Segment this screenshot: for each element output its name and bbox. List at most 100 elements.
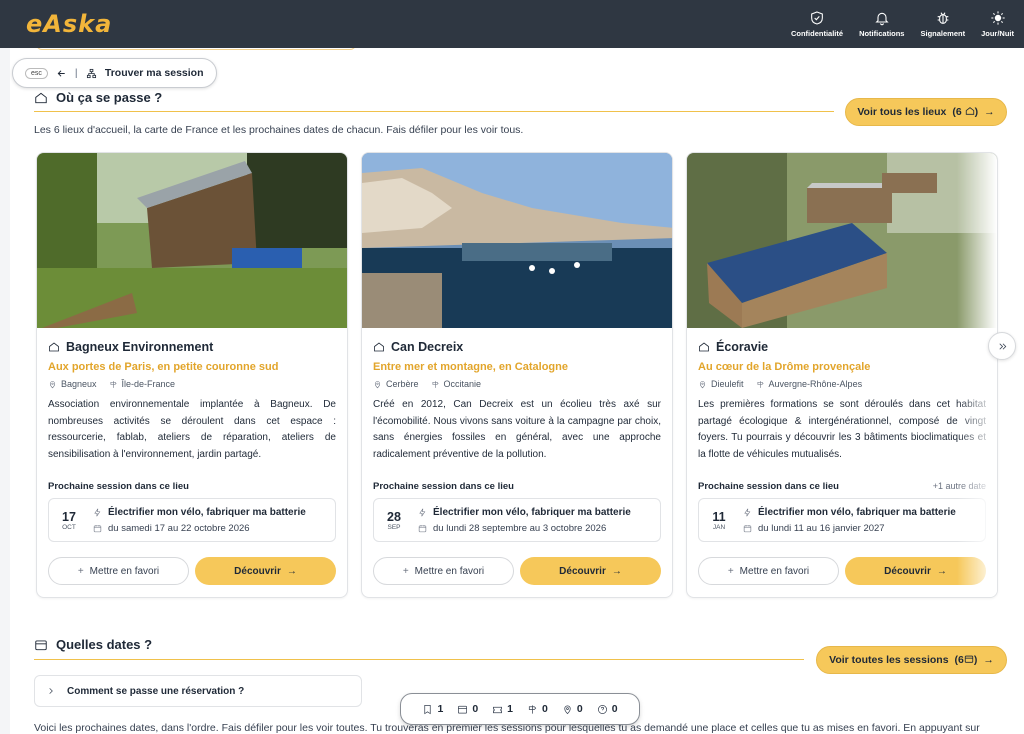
- places-heading: Où ça se passe ?: [34, 90, 162, 105]
- plus-icon: +: [77, 565, 84, 577]
- lightning-icon: [94, 508, 101, 516]
- chevron-right-icon: [49, 688, 53, 694]
- sessions-count: (6): [954, 654, 978, 666]
- help-icon: [597, 704, 607, 714]
- ticket-icon: [493, 706, 503, 713]
- chevrons-right-icon: [998, 342, 1006, 350]
- left-gutter: [0, 48, 10, 734]
- session-date: 17 OCT: [62, 509, 76, 531]
- dates-rule: [34, 659, 804, 660]
- signpost-icon: [528, 704, 537, 714]
- see-all-places-button[interactable]: Voir tous les lieux (6 ) →: [845, 98, 1007, 126]
- session-range: du lundi 28 septembre au 3 octobre 2026: [433, 522, 607, 534]
- bell-icon: [875, 12, 889, 26]
- home-icon: [965, 107, 974, 115]
- place-name[interactable]: Can Decreix: [373, 340, 661, 354]
- logo[interactable]: eAska: [26, 10, 112, 38]
- plus-icon: +: [402, 565, 409, 577]
- session-range: du lundi 11 au 16 janvier 2027: [758, 522, 885, 534]
- place-card: Can Decreix Entre mer et montagne, en Ca…: [361, 152, 673, 598]
- scrolled-search-bar: [36, 48, 356, 50]
- carousel-next-button[interactable]: [988, 332, 1016, 360]
- bookmark-icon: [424, 704, 432, 714]
- home-icon: [374, 342, 384, 352]
- home-icon: [699, 342, 709, 352]
- sitemap-icon: [86, 68, 96, 78]
- calendar-icon: [964, 655, 974, 663]
- places-count: (6 ): [952, 106, 979, 118]
- nav-privacy[interactable]: Confidentialité: [791, 10, 843, 38]
- arrow-right-icon: →: [984, 106, 995, 118]
- place-name[interactable]: Bagneux Environnement: [48, 340, 336, 354]
- map-pin-icon: [374, 380, 381, 388]
- place-tagline: Au cœur de la Drôme provençale: [698, 361, 871, 373]
- counter-tickets[interactable]: 1: [492, 703, 513, 715]
- counter-help[interactable]: 0: [597, 703, 618, 715]
- discover-button[interactable]: Découvrir →: [195, 557, 336, 585]
- counter-bookmarks[interactable]: 1: [422, 703, 443, 715]
- bug-icon: [937, 12, 949, 24]
- plus-icon: +: [727, 565, 734, 577]
- calendar-icon: [418, 524, 427, 532]
- see-all-sessions-button[interactable]: Voir toutes les sessions (6) →: [816, 646, 1007, 674]
- lightning-icon: [419, 508, 426, 516]
- add-favorite-button[interactable]: + Mettre en favori: [373, 557, 514, 585]
- session-range: du samedi 17 au 22 octobre 2026: [108, 522, 250, 534]
- lightning-icon: [744, 508, 751, 516]
- nav-label: Notifications: [859, 29, 905, 38]
- session-title: Électrifier mon vélo, fabriquer ma batte…: [108, 506, 306, 518]
- breadcrumb-separator: |: [74, 67, 78, 79]
- place-description: Les premières formations se sont déroulé…: [698, 399, 986, 460]
- shield-check-icon: [811, 11, 823, 25]
- next-session-card[interactable]: 11 JAN Électrifier mon vélo, fabriquer ma…: [698, 498, 986, 542]
- calendar-icon: [458, 705, 468, 714]
- next-session-label: Prochaine session dans ce lieu+1 autre d…: [698, 481, 986, 492]
- next-session-label: Prochaine session dans ce lieu: [373, 481, 514, 492]
- place-card: Écoravie Au cœur de la Drôme provençale …: [686, 152, 998, 598]
- place-tagline: Aux portes de Paris, en petite couronne …: [48, 361, 279, 373]
- add-favorite-button[interactable]: + Mettre en favori: [48, 557, 189, 585]
- counter-places[interactable]: 0: [562, 703, 583, 715]
- nav-notifications[interactable]: Notifications: [859, 10, 904, 38]
- discover-button[interactable]: Découvrir →: [520, 557, 661, 585]
- place-card: Bagneux Environnement Aux portes de Pari…: [36, 152, 348, 598]
- map-pin-icon: [699, 380, 706, 388]
- selection-counter-bar: 1 0 1 0 0 0: [400, 693, 640, 725]
- session-date: 28 SEP: [387, 509, 401, 531]
- booking-faq-accordion[interactable]: Comment se passe une réservation ?: [34, 675, 362, 707]
- map-pin-icon: [564, 705, 571, 714]
- calendar-icon: [743, 524, 752, 532]
- next-session-card[interactable]: 17 OCT Électrifier mon vélo, fabriquer ma…: [48, 498, 336, 542]
- nav-theme[interactable]: Jour/Nuit: [981, 10, 1014, 38]
- session-title: Électrifier mon vélo, fabriquer ma batte…: [758, 506, 956, 518]
- place-description: Créé en 2012, Can Decreix est un écolieu…: [373, 399, 661, 460]
- counter-routes[interactable]: 0: [527, 703, 548, 715]
- next-session-card[interactable]: 28 SEP Électrifier mon vélo, fabriquer ma…: [373, 498, 661, 542]
- breadcrumb-label[interactable]: Trouver ma session: [105, 67, 204, 79]
- next-session-label: Prochaine session dans ce lieu: [48, 481, 189, 492]
- nav-report[interactable]: Signalement: [920, 10, 965, 38]
- nav-label: Signalement: [920, 29, 966, 38]
- arrow-right-icon: →: [611, 565, 622, 577]
- dates-heading: Quelles dates ?: [34, 637, 152, 652]
- top-bar: eAska Confidentialité Notifications Sign…: [0, 0, 1024, 48]
- nav-label: Jour/Nuit: [981, 29, 1014, 38]
- calendar-icon: [93, 524, 102, 532]
- place-name[interactable]: Écoravie: [698, 340, 986, 354]
- signpost-icon: [432, 380, 439, 388]
- place-location: Dieulefit Auvergne-Rhône-Alpes: [698, 379, 986, 389]
- arrow-right-icon: →: [983, 654, 994, 666]
- counter-sessions[interactable]: 0: [457, 703, 478, 715]
- place-photo-ecoravie[interactable]: [687, 153, 997, 328]
- home-icon: [49, 342, 59, 352]
- esc-key[interactable]: esc: [25, 67, 48, 79]
- sun-icon: [990, 11, 1005, 25]
- place-tagline: Entre mer et montagne, en Catalogne: [373, 361, 568, 373]
- place-photo-can-decreix[interactable]: [362, 153, 672, 328]
- session-title: Électrifier mon vélo, fabriquer ma batte…: [433, 506, 631, 518]
- place-photo-bagneux[interactable]: [37, 153, 347, 328]
- places-rule: [34, 111, 834, 112]
- add-favorite-button[interactable]: + Mettre en favori: [698, 557, 839, 585]
- arrow-left-icon[interactable]: [56, 68, 67, 79]
- main-page: esc | Trouver ma session Où ça se passe …: [10, 48, 1024, 734]
